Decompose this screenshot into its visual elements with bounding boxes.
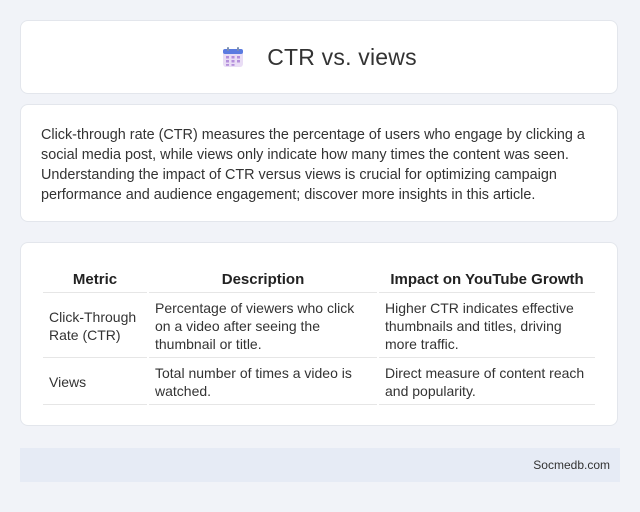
intro-card: Click-through rate (CTR) measures the pe… — [20, 104, 618, 222]
comparison-table: Metric Description Impact on YouTube Gro… — [41, 263, 597, 407]
table-cell-description: Total number of times a video is watched… — [149, 360, 377, 405]
table-row: Click-Through Rate (CTR) Percentage of v… — [43, 295, 595, 358]
title-card: CTR vs. views — [20, 20, 618, 94]
table-row: Views Total number of times a video is w… — [43, 360, 595, 405]
table-header-row: Metric Description Impact on YouTube Gro… — [43, 265, 595, 293]
calendar-icon — [221, 45, 245, 69]
table-cell-metric: Click-Through Rate (CTR) — [43, 295, 147, 358]
table-card: Metric Description Impact on YouTube Gro… — [20, 242, 618, 426]
column-header-description: Description — [149, 265, 377, 293]
table-cell-description: Percentage of viewers who click on a vid… — [149, 295, 377, 358]
intro-paragraph: Click-through rate (CTR) measures the pe… — [41, 127, 585, 203]
column-header-impact: Impact on YouTube Growth — [379, 265, 595, 293]
footer-bar: Socmedb.com — [20, 448, 620, 482]
table-cell-impact: Higher CTR indicates effective thumbnail… — [379, 295, 595, 358]
table-cell-impact: Direct measure of content reach and popu… — [379, 360, 595, 405]
table-cell-metric: Views — [43, 360, 147, 405]
page-title: CTR vs. views — [267, 43, 417, 70]
column-header-metric: Metric — [43, 265, 147, 293]
footer-site-name: Socmedb.com — [533, 458, 610, 472]
